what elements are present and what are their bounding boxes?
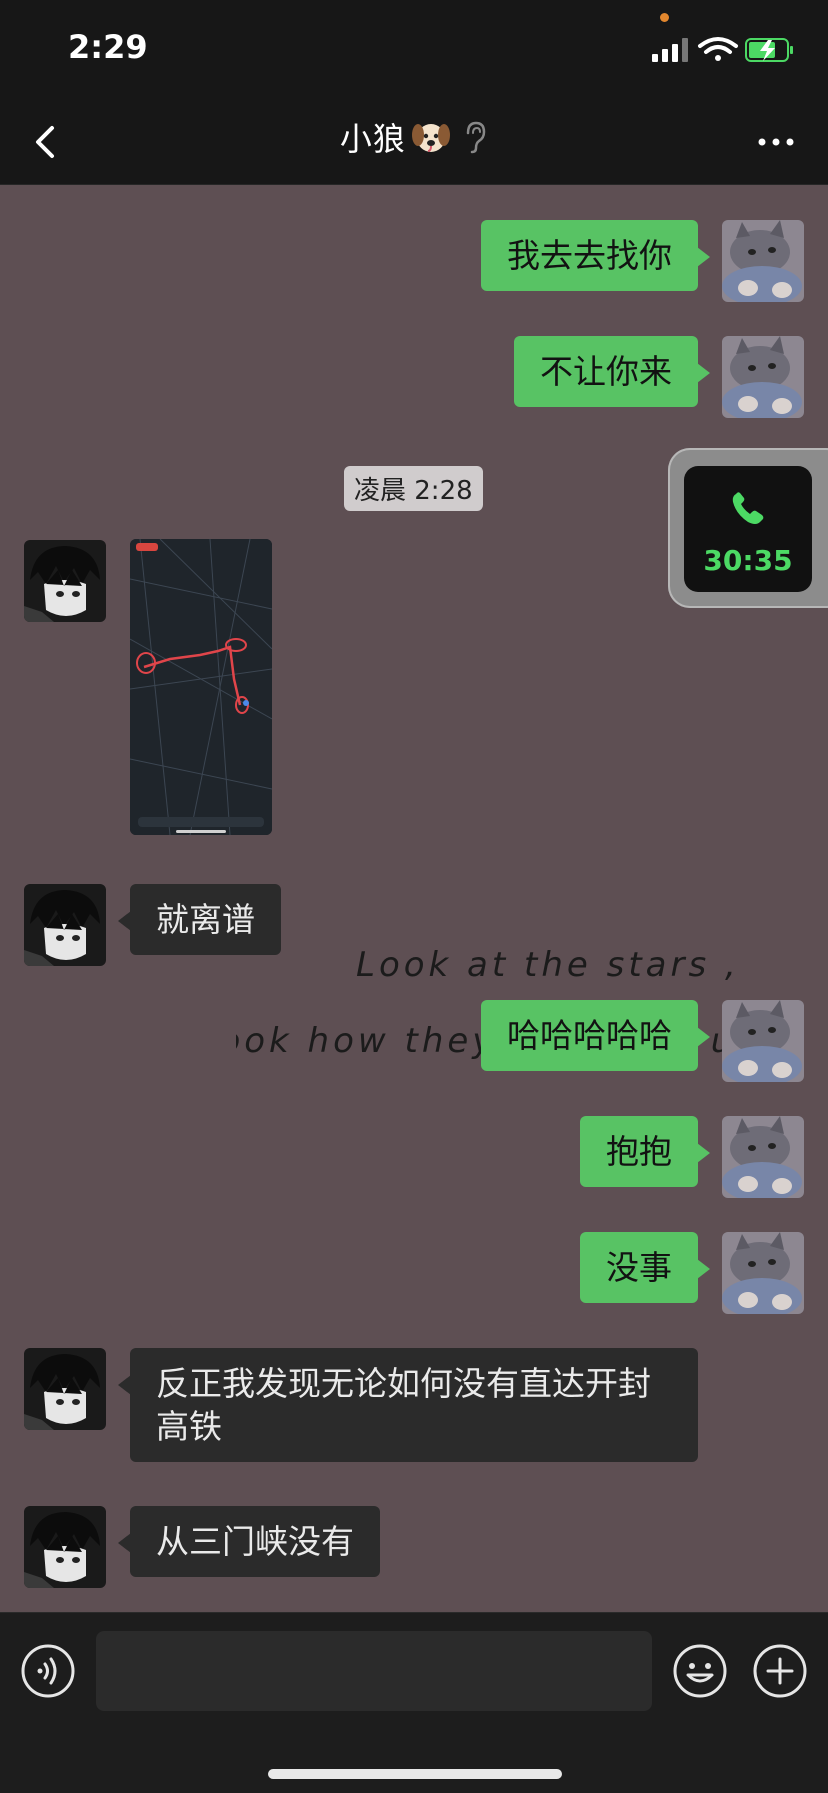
plus-icon[interactable]	[752, 1643, 808, 1699]
message-bubble[interactable]: 从三门峡没有	[118, 1506, 380, 1577]
message-row: 从三门峡没有	[0, 1506, 828, 1588]
chat-title[interactable]: 小狼	[340, 114, 406, 160]
chat-title-wrap: 小狼	[0, 114, 828, 160]
message-input[interactable]	[96, 1631, 652, 1711]
call-duration: 30:35	[703, 544, 793, 577]
floating-call-widget[interactable]: 30:35	[668, 448, 828, 608]
message-bubble[interactable]: 抱抱	[580, 1116, 710, 1187]
my-avatar-cat[interactable]	[722, 1116, 804, 1198]
input-bar	[0, 1612, 828, 1793]
message-row: 我去去找你	[0, 220, 828, 302]
message-row: 没事	[0, 1232, 828, 1314]
home-indicator[interactable]	[268, 1769, 562, 1779]
chat-header: 小狼	[0, 100, 828, 185]
chat-area[interactable]: Look at the stars , look how they shine …	[0, 184, 828, 1612]
message-row: 就离谱	[0, 884, 828, 966]
phone-icon	[732, 492, 764, 524]
message-row: 抱抱	[0, 1116, 828, 1198]
map-screenshot	[130, 539, 272, 835]
more-icon[interactable]	[754, 122, 798, 162]
message-row: 哈哈哈哈哈	[0, 1000, 828, 1082]
my-avatar-cat[interactable]	[722, 1232, 804, 1314]
contact-avatar[interactable]	[24, 1506, 106, 1588]
status-icons	[652, 37, 793, 62]
message-bubble[interactable]: 就离谱	[118, 884, 281, 955]
voice-input-icon[interactable]	[20, 1643, 76, 1699]
message-row: 反正我发现无论如何没有直达开封高铁	[0, 1348, 828, 1472]
message-timestamp: 凌晨 2:28	[344, 466, 483, 511]
signal-icon	[652, 38, 688, 62]
ear-icon	[466, 121, 486, 154]
map-image-message[interactable]	[130, 539, 272, 835]
message-bubble[interactable]: 不让你来	[514, 336, 710, 407]
my-avatar-cat[interactable]	[722, 1000, 804, 1082]
emoji-icon[interactable]	[672, 1643, 728, 1699]
battery-charging-icon	[745, 38, 793, 62]
contact-avatar[interactable]	[24, 884, 106, 966]
wifi-icon	[698, 37, 738, 61]
contact-avatar[interactable]	[24, 1348, 106, 1430]
message-bubble[interactable]: 没事	[580, 1232, 710, 1303]
mic-indicator-dot	[660, 13, 669, 22]
message-row: 不让你来	[0, 336, 828, 418]
message-bubble[interactable]: 我去去找你	[481, 220, 710, 291]
message-bubble[interactable]: 哈哈哈哈哈	[481, 1000, 710, 1071]
my-avatar-cat[interactable]	[722, 336, 804, 418]
status-time: 2:29	[68, 28, 148, 66]
contact-avatar[interactable]	[24, 540, 106, 622]
status-bar: 2:29	[0, 0, 828, 100]
dog-face-icon	[412, 124, 450, 152]
partial-message-row	[0, 184, 828, 192]
my-avatar-cat[interactable]	[722, 220, 804, 302]
message-bubble[interactable]: 反正我发现无论如何没有直达开封高铁	[118, 1348, 698, 1462]
call-widget-inner: 30:35	[684, 466, 812, 592]
